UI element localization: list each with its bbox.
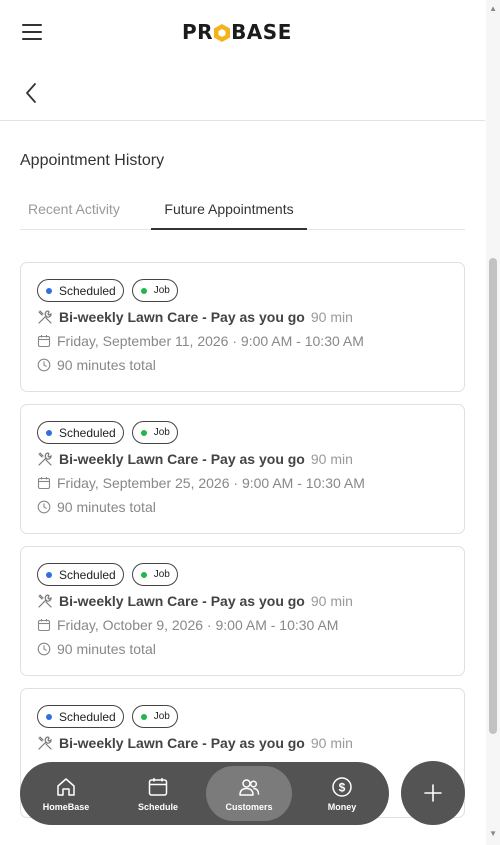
type-label: Job (153, 569, 170, 580)
tools-icon (38, 452, 52, 466)
status-dot (46, 429, 52, 436)
appointment-total: 90 minutes total (57, 641, 156, 657)
service-name: Bi-weekly Lawn Care - Pay as you go (59, 593, 305, 609)
status-dot (46, 287, 52, 294)
app-header: PR BASE (0, 0, 485, 64)
appointment-total: 90 minutes total (57, 357, 156, 373)
logo-text-end: BASE (231, 20, 292, 44)
type-label: Job (153, 711, 170, 722)
appointment-date: Friday, September 11, 2026 (57, 333, 229, 349)
calendar-icon (37, 477, 51, 490)
status-label: Scheduled (59, 283, 116, 298)
nav-label: Money (327, 801, 357, 812)
clock-icon (37, 358, 51, 372)
nav-label: Schedule (137, 801, 178, 812)
nav-homebase[interactable]: HomeBase (20, 762, 112, 825)
users-icon (239, 778, 260, 796)
appointment-tabs: Recent Activity Future Appointments (20, 196, 465, 230)
calendar-icon (37, 335, 51, 348)
nav-label: Customers (225, 801, 273, 812)
status-badge: Scheduled (37, 705, 124, 728)
scrollbar-track[interactable]: ▲ ▼ (486, 0, 500, 845)
date-time-separator: · (203, 617, 216, 633)
home-icon (57, 777, 75, 796)
service-name: Bi-weekly Lawn Care - Pay as you go (59, 451, 305, 467)
page-title: Appointment History (20, 152, 165, 169)
type-badge: Job (131, 563, 178, 586)
calendar-icon (148, 777, 168, 796)
type-badge: Job (131, 279, 178, 302)
type-badge: Job (131, 705, 178, 728)
type-dot (140, 571, 147, 578)
status-badge: Scheduled (37, 563, 124, 586)
clock-icon (37, 500, 51, 514)
appointment-time: 9:00 AM - 10:30 AM (215, 617, 339, 633)
type-dot (140, 429, 147, 436)
nav-customers[interactable]: Customers (206, 766, 292, 821)
scroll-down-arrow-icon[interactable]: ▼ (489, 829, 497, 838)
appointment-card[interactable]: Scheduled Job Bi-weekly Lawn Care - Pay … (20, 404, 465, 534)
status-label: Scheduled (59, 567, 116, 582)
bottom-navigation: HomeBase Schedule Customers $ Money (20, 762, 389, 825)
status-badge: Scheduled (37, 421, 124, 444)
appointment-date: Friday, October 9, 2026 (57, 617, 204, 633)
type-dot (140, 713, 147, 720)
appointment-total: 90 minutes total (57, 499, 156, 515)
service-duration: 90 min (310, 309, 353, 325)
service-name: Bi-weekly Lawn Care - Pay as you go (59, 735, 305, 751)
logo-hexagon-icon (214, 23, 231, 42)
type-label: Job (153, 285, 170, 296)
plus-icon (424, 784, 442, 802)
date-time-separator: · (228, 333, 241, 349)
svg-text:$: $ (339, 780, 346, 794)
tools-icon (38, 594, 52, 608)
date-time-separator: · (229, 475, 242, 491)
scrollbar-thumb[interactable] (489, 258, 497, 734)
appointment-card[interactable]: Scheduled Job Bi-weekly Lawn Care - Pay … (20, 546, 465, 676)
status-dot (46, 713, 52, 720)
chevron-left-icon[interactable] (24, 82, 42, 104)
clock-icon (37, 642, 51, 656)
service-duration: 90 min (310, 593, 353, 609)
appointment-time: 9:00 AM - 10:30 AM (241, 475, 365, 491)
service-duration: 90 min (310, 451, 353, 467)
service-name: Bi-weekly Lawn Care - Pay as you go (59, 309, 305, 325)
nav-schedule[interactable]: Schedule (112, 762, 204, 825)
status-label: Scheduled (59, 425, 116, 440)
status-badge: Scheduled (37, 279, 124, 302)
appointment-card[interactable]: Scheduled Job Bi-weekly Lawn Care - Pay … (20, 262, 465, 392)
probase-logo[interactable]: PR BASE (182, 20, 292, 44)
nav-label: HomeBase (42, 801, 90, 812)
tab-future-appointments[interactable]: Future Appointments (151, 196, 307, 230)
appointment-date: Friday, September 25, 2026 (57, 475, 230, 491)
service-duration: 90 min (310, 735, 353, 751)
nav-money[interactable]: $ Money (296, 762, 388, 825)
appointment-time: 9:00 AM - 10:30 AM (240, 333, 364, 349)
type-badge: Job (131, 421, 178, 444)
hamburger-menu-icon[interactable] (22, 24, 42, 40)
logo-text-start: PR (182, 20, 214, 44)
add-button[interactable] (401, 761, 465, 825)
calendar-icon (37, 619, 51, 632)
tools-icon (38, 736, 52, 750)
status-dot (46, 571, 52, 578)
scroll-up-arrow-icon[interactable]: ▲ (489, 4, 497, 13)
dollar-icon: $ (332, 776, 352, 797)
type-dot (140, 287, 147, 294)
tools-icon (38, 310, 52, 324)
tab-recent-activity[interactable]: Recent Activity (28, 196, 120, 230)
status-label: Scheduled (59, 709, 116, 724)
type-label: Job (153, 427, 170, 438)
back-row (0, 64, 485, 121)
